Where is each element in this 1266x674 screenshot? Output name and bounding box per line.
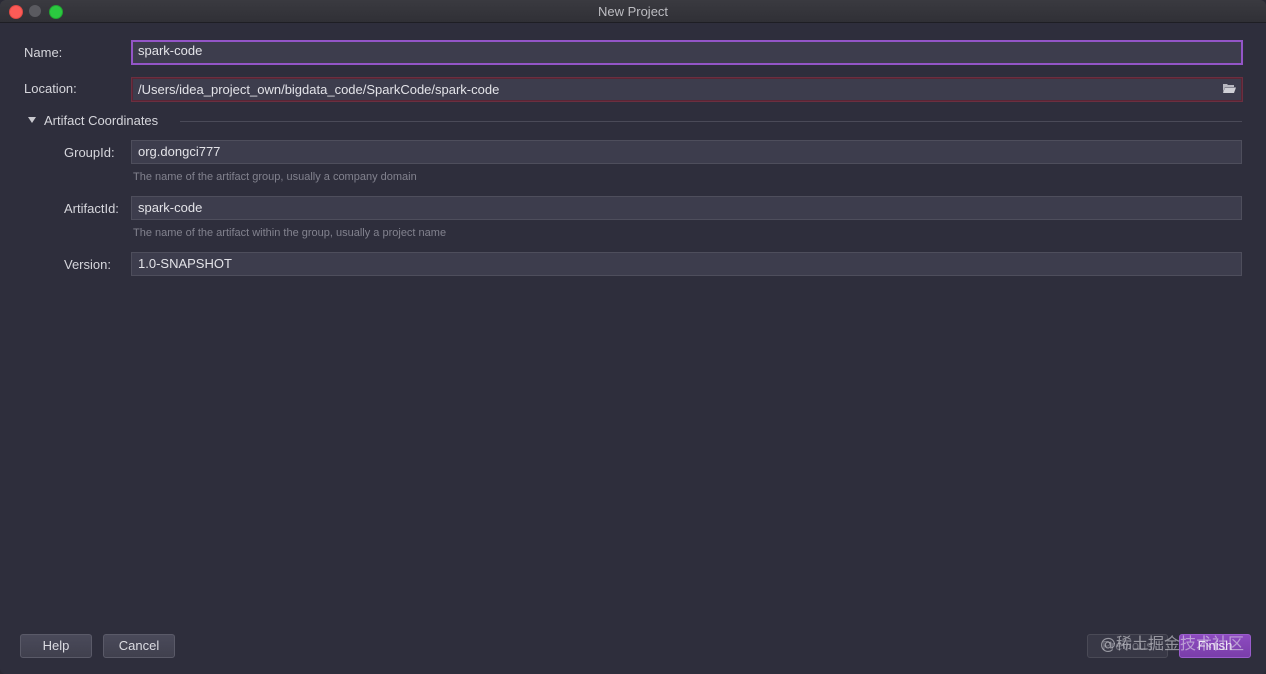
version-label: Version: <box>64 257 111 272</box>
dialog-content: Name: spark-code Location: /Users/idea_p… <box>0 23 1266 674</box>
finish-button[interactable]: Finish <box>1179 634 1251 658</box>
help-button[interactable]: Help <box>20 634 92 658</box>
new-project-window: New Project Name: spark-code Location: /… <box>0 0 1266 674</box>
location-field[interactable]: /Users/idea_project_own/bigdata_code/Spa… <box>131 77 1243 102</box>
location-label: Location: <box>24 81 77 96</box>
groupid-field[interactable]: org.dongci777 <box>131 140 1242 164</box>
artifactid-hint: The name of the artifact within the grou… <box>133 227 447 239</box>
artifactid-label: ArtifactId: <box>64 201 119 216</box>
artifact-coordinates-section[interactable]: Artifact Coordinates <box>28 113 1242 129</box>
section-divider <box>180 121 1242 122</box>
location-value: /Users/idea_project_own/bigdata_code/Spa… <box>138 82 500 97</box>
groupid-hint: The name of the artifact group, usually … <box>133 171 417 183</box>
version-field[interactable]: 1.0-SNAPSHOT <box>131 252 1242 276</box>
section-title: Artifact Coordinates <box>44 113 159 128</box>
title-bar: New Project <box>0 0 1266 23</box>
folder-open-icon[interactable] <box>1222 82 1236 94</box>
window-title: New Project <box>597 4 669 19</box>
previous-button[interactable]: Previous <box>1087 634 1168 658</box>
artifactid-field[interactable]: spark-code <box>131 196 1242 220</box>
name-field[interactable]: spark-code <box>131 40 1243 65</box>
cancel-button[interactable]: Cancel <box>103 634 175 658</box>
triangle-down-icon[interactable] <box>28 117 36 123</box>
name-label: Name: <box>24 45 63 60</box>
groupid-label: GroupId: <box>64 145 115 160</box>
